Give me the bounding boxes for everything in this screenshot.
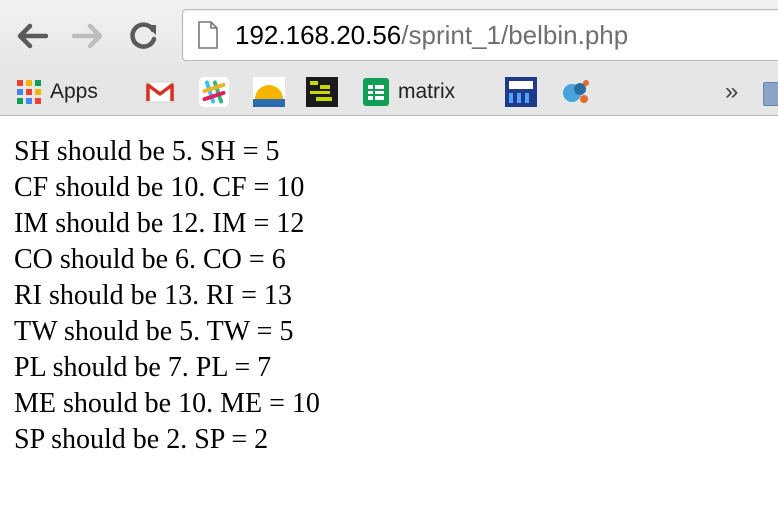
- page-icon: [198, 21, 218, 49]
- result-line: RI should be 13. RI = 13: [14, 280, 292, 311]
- result-line: CO should be 6. CO = 6: [14, 244, 286, 275]
- reload-icon: [130, 22, 157, 49]
- result-line: SH should be 5. SH = 5: [14, 136, 280, 167]
- bookmark-apps[interactable]: Apps: [16, 76, 98, 108]
- sheets-icon: [363, 78, 389, 106]
- arrow-right-icon: [72, 23, 103, 49]
- address-bar[interactable]: 192.168.20.56/sprint_1/belbin.php: [182, 9, 778, 61]
- arrow-left-icon: [17, 23, 48, 49]
- sunrise-icon: [253, 77, 285, 107]
- forward-button[interactable]: [68, 16, 108, 56]
- result-line: PL should be 7. PL = 7: [14, 352, 272, 383]
- bookmark-matrix[interactable]: matrix: [362, 76, 455, 108]
- bookmarks-bar: Apps matrix »: [0, 70, 778, 116]
- bookmarks-overflow-button[interactable]: »: [725, 76, 738, 108]
- chevron-double-right-icon: »: [725, 78, 739, 105]
- slack-icon: [199, 77, 229, 107]
- bookmark-circles[interactable]: [560, 76, 592, 108]
- bookmark-gmail[interactable]: [145, 76, 175, 108]
- result-line: ME should be 10. ME = 10: [14, 388, 320, 419]
- pixel-art-icon: [306, 77, 338, 107]
- result-line: SP should be 2. SP = 2: [14, 424, 269, 455]
- bookmark-slack[interactable]: [199, 76, 229, 108]
- result-line: TW should be 5. TW = 5: [14, 316, 294, 347]
- gmail-icon: [145, 81, 175, 103]
- bookmark-sunrise[interactable]: [253, 76, 285, 108]
- back-button[interactable]: [12, 16, 52, 56]
- browser-toolbar: 192.168.20.56/sprint_1/belbin.php: [0, 0, 778, 70]
- url-host: 192.168.20.56: [235, 20, 402, 50]
- bookmark-apps-label: Apps: [50, 80, 98, 103]
- reload-button[interactable]: [124, 16, 164, 56]
- bookmark-pixel[interactable]: [306, 76, 338, 108]
- page-content: SH should be 5. SH = 5 CF should be 10. …: [14, 134, 320, 458]
- circles-icon: [563, 80, 589, 103]
- apps-grid-icon: [17, 80, 41, 104]
- bookmark-matrix-label: matrix: [398, 80, 456, 103]
- folder-icon[interactable]: [763, 82, 778, 106]
- bookmark-htdp[interactable]: [505, 76, 537, 108]
- url-text: 192.168.20.56/sprint_1/belbin.php: [235, 19, 628, 51]
- htdp-icon: [505, 77, 537, 107]
- url-path: /sprint_1/belbin.php: [401, 20, 629, 50]
- result-line: CF should be 10. CF = 10: [14, 172, 305, 203]
- result-line: IM should be 12. IM = 12: [14, 208, 305, 239]
